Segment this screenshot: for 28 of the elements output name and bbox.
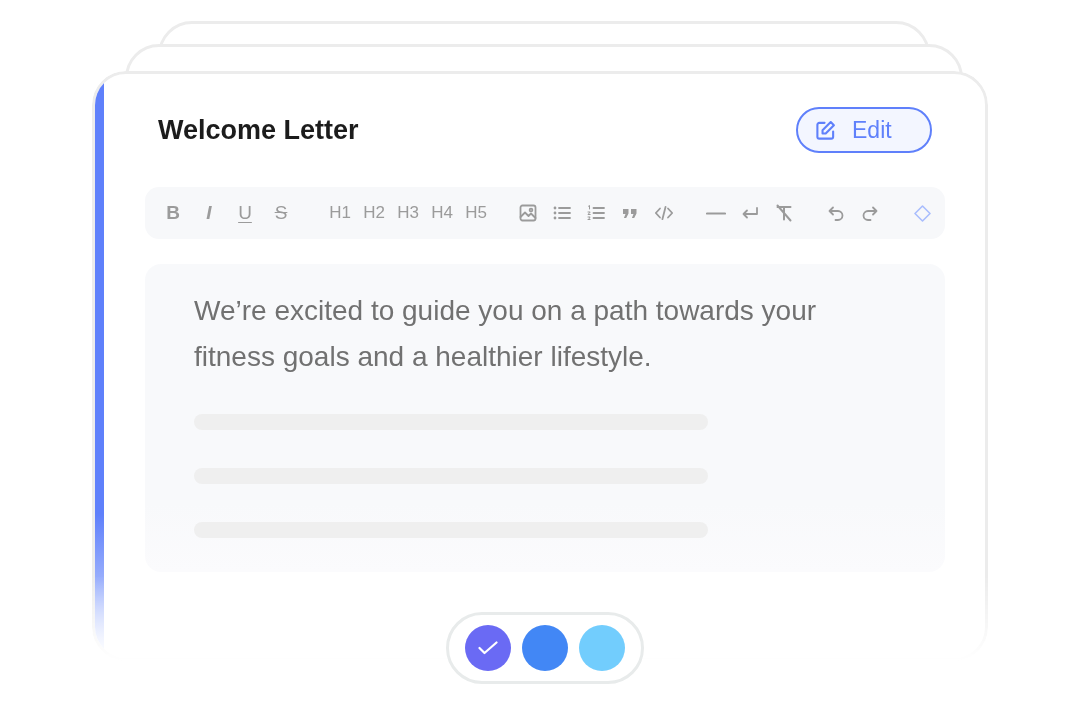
editor-text: We’re excited to guide you on a path towards your fitness goals and a healthier lifestyle. — [194, 294, 818, 374]
italic-button[interactable]: I — [195, 199, 223, 227]
numbered-list-icon — [586, 203, 606, 223]
edit-icon — [815, 119, 836, 141]
quote-icon — [620, 207, 640, 219]
heading-button[interactable]: H1 — [326, 199, 354, 227]
horizontal-line-icon — [706, 211, 726, 215]
heading-button[interactable]: H2 — [360, 199, 388, 227]
color-swatch[interactable] — [579, 625, 625, 671]
color-swatch[interactable] — [522, 625, 568, 671]
color-swatch[interactable] — [465, 625, 511, 671]
check-icon — [478, 641, 498, 655]
heading-button[interactable]: H3 — [394, 199, 422, 227]
underline-button[interactable]: U — [231, 199, 259, 227]
undo-icon — [827, 205, 845, 221]
code-icon — [654, 205, 674, 221]
document-title: Welcome Letter — [158, 114, 359, 146]
return-arrow-icon — [740, 206, 760, 220]
heading-button[interactable]: H4 — [428, 199, 456, 227]
redo-icon — [861, 205, 879, 221]
edit-button[interactable]: Edit — [796, 107, 932, 153]
heading-button[interactable]: H5 — [462, 199, 490, 227]
strikethrough-button[interactable]: S — [267, 199, 295, 227]
bold-button[interactable]: B — [159, 199, 187, 227]
image-icon — [518, 203, 538, 223]
editor-field[interactable]: We’re excited to guide you on a path towards your fitness goals and a healthier lifestyle. — [145, 264, 945, 572]
diamond-icon — [913, 204, 931, 222]
clear-format-icon — [774, 203, 794, 223]
